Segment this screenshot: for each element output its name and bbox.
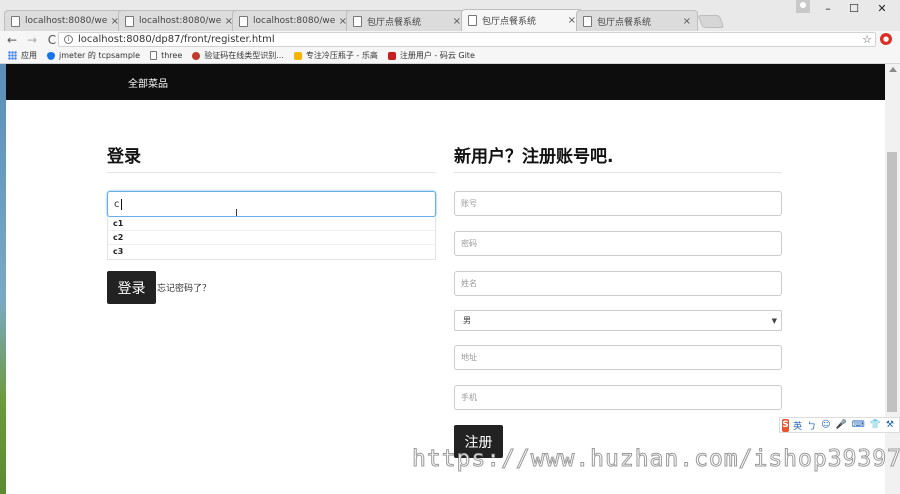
close-icon[interactable]: ×: [453, 16, 461, 27]
autocomplete-option[interactable]: c1: [108, 217, 435, 231]
ime-mode-toggle[interactable]: 英: [793, 419, 802, 432]
login-account-value: c: [114, 198, 120, 210]
new-tab-button[interactable]: [697, 15, 725, 28]
autocomplete-dropdown: c1 c2 c3: [107, 217, 436, 260]
page-icon: [150, 51, 158, 60]
bookmark-label: jmeter 的 tcpsample: [59, 51, 141, 60]
page-icon: [583, 15, 592, 27]
captcha-icon: [192, 51, 201, 60]
microphone-icon[interactable]: 🎤: [835, 420, 846, 430]
page-icon: [239, 15, 248, 27]
user-profile-icon[interactable]: [796, 0, 810, 13]
keyboard-icon[interactable]: ⌨: [852, 420, 865, 430]
chevron-down-icon: ▼: [771, 317, 777, 325]
bookmark-apps[interactable]: 应用: [8, 50, 37, 61]
bookmark-star-icon[interactable]: ☆: [862, 33, 872, 46]
back-arrow-icon[interactable]: ←: [4, 32, 20, 48]
autocomplete-option[interactable]: c3: [108, 245, 435, 259]
register-divider: [454, 172, 782, 173]
nav-link-all-dishes[interactable]: 全部菜品: [128, 75, 168, 90]
tab-strip: localhost:8080/webtoo × localhost:8080/w…: [0, 0, 900, 31]
bookmark-label: 专注冷压瓶子 - 乐高: [305, 51, 378, 60]
register-phone-input[interactable]: 手机: [454, 385, 782, 410]
bookmark-label: 注册用户 - 码云 Gite: [399, 51, 475, 60]
forward-arrow-icon[interactable]: →: [24, 32, 40, 48]
browser-tab-6[interactable]: 包厅点餐系统 ×: [576, 10, 698, 31]
browser-toolbar: ← → C i localhost:8080/dp87/front/regist…: [0, 31, 900, 48]
info-icon[interactable]: i: [64, 35, 73, 44]
bookmark-three[interactable]: three: [150, 51, 182, 60]
minimize-icon[interactable]: –: [814, 0, 842, 17]
address-bar[interactable]: i localhost:8080/dp87/front/register.htm…: [58, 32, 876, 47]
gender-select[interactable]: 男 ▼: [454, 310, 782, 331]
tab-title: localhost:8080/webtoo: [253, 16, 336, 26]
bookmarks-bar: 应用 jmeter 的 tcpsample three 验证码在线类型识别...…: [0, 48, 900, 64]
bookmark-bottles[interactable]: 专注冷压瓶子 - 乐高: [293, 50, 378, 61]
login-button[interactable]: 登录: [107, 271, 156, 304]
browser-tab-3[interactable]: localhost:8080/webtoo ×: [232, 10, 354, 31]
login-divider: [107, 172, 436, 173]
scroll-thumb[interactable]: [887, 152, 897, 412]
ime-toolbar: S 英 ㄅ ☺ 🎤 ⌨ 👕 ⚒: [779, 417, 900, 433]
handshake-icon: [293, 51, 302, 60]
register-name-input[interactable]: 姓名: [454, 271, 782, 296]
page-content: 全部菜品 登录 c I c1 c2 c3 登录 忘记密码了？ 新用户？注册账号吧…: [6, 64, 885, 494]
tab-title: localhost:8080/webtoo: [25, 16, 108, 26]
login-account-input[interactable]: c: [107, 191, 436, 217]
register-title: 新用户？注册账号吧.: [454, 147, 614, 167]
bookmark-label: 应用: [21, 51, 37, 60]
sogou-logo-icon[interactable]: S: [782, 418, 790, 432]
top-navbar: 全部菜品: [6, 64, 885, 100]
close-icon[interactable]: ×: [568, 15, 576, 26]
page-icon: [125, 15, 134, 27]
url-text: localhost:8080/dp87/front/register.html: [78, 34, 275, 45]
apps-grid-icon: [8, 51, 17, 60]
page-icon: [11, 15, 20, 27]
viewport: 全部菜品 登录 c I c1 c2 c3 登录 忘记密码了？ 新用户？注册账号吧…: [0, 64, 900, 494]
forgot-password-link[interactable]: 忘记密码了？: [157, 281, 211, 294]
browser-tab-4[interactable]: 包厅点餐系统 ×: [346, 10, 468, 31]
register-password-input[interactable]: 密码: [454, 231, 782, 256]
shield-icon: [47, 51, 55, 60]
tools-icon[interactable]: ⚒: [886, 420, 894, 430]
gender-selected-value: 男: [463, 316, 471, 325]
bookmark-label: three: [161, 51, 183, 60]
page-icon: [468, 15, 477, 26]
tab-title: 包厅点餐系统: [597, 17, 652, 28]
register-account-input[interactable]: 账号: [454, 191, 782, 216]
gitee-icon: [387, 51, 396, 60]
bookmark-label: 验证码在线类型识别...: [204, 51, 284, 60]
browser-tab-5-active[interactable]: 包厅点餐系统 ×: [461, 9, 583, 31]
punctuation-icon[interactable]: ㄅ: [807, 419, 816, 432]
tab-title: 包厅点餐系统: [367, 17, 422, 28]
scroll-up-arrow-icon[interactable]: [889, 67, 897, 72]
register-address-input[interactable]: 地址: [454, 345, 782, 370]
tab-title: 包厅点餐系统: [482, 17, 537, 27]
browser-tab-1[interactable]: localhost:8080/webtoo ×: [4, 10, 126, 31]
close-window-icon[interactable]: ✕: [868, 0, 896, 17]
autocomplete-option[interactable]: c2: [108, 231, 435, 245]
bookmark-gitee[interactable]: 注册用户 - 码云 Gite: [387, 50, 475, 61]
login-title: 登录: [107, 147, 141, 167]
tab-title: localhost:8080/webtoo: [139, 16, 222, 26]
text-caret: [120, 198, 122, 210]
page-icon: [353, 15, 362, 27]
bookmark-jmeter[interactable]: jmeter 的 tcpsample: [47, 50, 140, 61]
skin-icon[interactable]: 👕: [870, 420, 881, 430]
watermark-text: https://www.huzhan.com/ishop39397: [412, 446, 900, 473]
close-icon[interactable]: ×: [683, 16, 691, 27]
browser-tab-2[interactable]: localhost:8080/webtoo ×: [118, 10, 240, 31]
emoji-icon[interactable]: ☺: [821, 420, 830, 430]
extension-icon[interactable]: ●: [880, 33, 892, 45]
maximize-icon[interactable]: ☐: [840, 0, 868, 17]
bookmark-captcha[interactable]: 验证码在线类型识别...: [192, 50, 284, 61]
